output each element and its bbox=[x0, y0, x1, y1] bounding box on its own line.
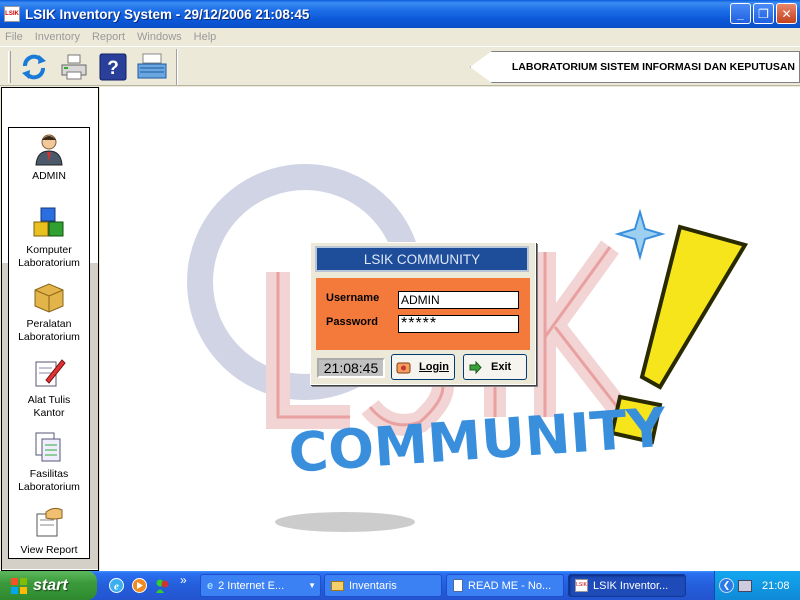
login-form-panel: Username Password ***** bbox=[316, 278, 530, 350]
windows-logo-icon bbox=[11, 577, 27, 594]
main-pane: COMMUNITY LSIK COMMUNITY Username Passwo… bbox=[100, 87, 800, 571]
login-dialog-header: LSIK COMMUNITY bbox=[315, 246, 529, 272]
lab-banner-text: LABORATORIUM SISTEM INFORMASI DAN KEPUTU… bbox=[511, 61, 795, 73]
app-icon: LSIK bbox=[575, 579, 588, 592]
title-bar[interactable]: LSIK LSIK Inventory System - 29/12/2006 … bbox=[0, 0, 800, 28]
sidebar-item-alat-tulis[interactable]: Alat Tulis Kantor bbox=[9, 356, 89, 420]
app-icon: LSIK bbox=[4, 6, 20, 22]
sidebar-label-fasilitas: Fasilitas Laboratorium bbox=[18, 468, 80, 493]
sidebar-label-view-report: View Report bbox=[20, 544, 78, 556]
system-tray: ❮ 21:08 bbox=[714, 571, 800, 600]
toolbar-grip[interactable] bbox=[8, 51, 11, 83]
help-icon: ? bbox=[99, 53, 127, 81]
menu-report[interactable]: Report bbox=[92, 31, 125, 43]
login-button-label: Login bbox=[419, 361, 449, 373]
task-label: LSIK Inventor... bbox=[593, 579, 669, 592]
sidebar-label-admin: ADMIN bbox=[32, 170, 66, 182]
ie-icon: e bbox=[207, 579, 214, 592]
ie-icon[interactable]: e bbox=[108, 577, 125, 594]
username-label: Username bbox=[326, 292, 380, 304]
sidebar-item-peralatan[interactable]: Peralatan Laboratorium bbox=[9, 280, 89, 344]
username-input[interactable] bbox=[398, 291, 519, 309]
sidebar-label-alat-tulis: Alat Tulis Kantor bbox=[27, 394, 71, 419]
task-readme-notepad[interactable]: READ ME - No... bbox=[446, 574, 564, 597]
print-button[interactable] bbox=[57, 51, 91, 83]
login-key-icon bbox=[396, 362, 411, 373]
task-label: 2 Internet E... bbox=[218, 579, 285, 592]
sidebar-item-view-report[interactable]: View Report bbox=[9, 506, 89, 557]
login-clock: 21:08:45 bbox=[317, 358, 385, 378]
refresh-icon bbox=[22, 54, 46, 80]
sidebar-label-komputer: Komputer Laboratorium bbox=[18, 244, 80, 269]
task-inventaris[interactable]: Inventaris bbox=[324, 574, 442, 597]
sidebar-item-fasilitas[interactable]: Fasilitas Laboratorium bbox=[9, 430, 89, 494]
sidebar-item-admin[interactable]: ADMIN bbox=[9, 132, 89, 183]
lab-banner: LABORATORIUM SISTEM INFORMASI DAN KEPUTU… bbox=[470, 51, 800, 83]
menu-inventory[interactable]: Inventory bbox=[35, 31, 80, 43]
admin-user-icon bbox=[35, 134, 63, 166]
exit-arrow-icon bbox=[469, 360, 482, 374]
sidebar: ADMIN Komputer Laboratorium Peralatan La… bbox=[8, 127, 90, 559]
login-dialog: LSIK COMMUNITY Username Password ***** 2… bbox=[310, 242, 536, 385]
menu-windows[interactable]: Windows bbox=[137, 31, 182, 43]
cubes-icon bbox=[33, 207, 64, 237]
documents-icon bbox=[35, 432, 61, 462]
pen-paper-icon bbox=[35, 359, 66, 387]
exit-button-label: Exit bbox=[491, 361, 512, 373]
exit-button[interactable]: Exit bbox=[463, 354, 527, 380]
taskbar: start e » e 2 Internet E... ▼ Inventaris… bbox=[0, 571, 800, 600]
toolbar: ? LABORATORIUM SISTEM INFORMASI DAN KEPU… bbox=[0, 46, 800, 86]
scanner-button[interactable] bbox=[135, 51, 169, 83]
start-button[interactable]: start bbox=[0, 571, 97, 600]
tray-clock[interactable]: 21:08 bbox=[762, 580, 790, 592]
password-input[interactable]: ***** bbox=[398, 315, 519, 333]
window-title: LSIK Inventory System - 29/12/2006 21:08… bbox=[25, 6, 310, 22]
toolbar-separator bbox=[176, 49, 178, 85]
maximize-button[interactable]: ❐ bbox=[753, 3, 774, 24]
minimize-button[interactable]: _ bbox=[730, 3, 751, 24]
notepad-icon bbox=[453, 579, 463, 592]
quick-launch-overflow[interactable]: » bbox=[180, 573, 187, 587]
group-arrow-icon: ▼ bbox=[308, 581, 316, 590]
tray-expand-icon[interactable]: ❮ bbox=[719, 578, 734, 593]
scanner-icon bbox=[137, 53, 167, 79]
menu-file[interactable]: File bbox=[5, 31, 23, 43]
task-internet-explorer[interactable]: e 2 Internet E... ▼ bbox=[200, 574, 321, 597]
task-label: READ ME - No... bbox=[468, 579, 552, 592]
task-label: Inventaris bbox=[349, 579, 397, 592]
task-lsik-inventory[interactable]: LSIK LSIK Inventor... bbox=[568, 574, 686, 597]
password-label: Password bbox=[326, 316, 378, 328]
sidebar-label-peralatan: Peralatan Laboratorium bbox=[18, 318, 80, 343]
folder-icon bbox=[331, 580, 344, 591]
refresh-button[interactable] bbox=[17, 51, 51, 83]
media-player-icon[interactable] bbox=[131, 577, 148, 594]
workspace: ADMIN Komputer Laboratorium Peralatan La… bbox=[0, 87, 800, 571]
menu-help[interactable]: Help bbox=[194, 31, 217, 43]
svg-text:e: e bbox=[114, 581, 119, 593]
sidebar-item-komputer[interactable]: Komputer Laboratorium bbox=[9, 206, 89, 270]
help-button[interactable]: ? bbox=[96, 51, 130, 83]
menu-bar: File Inventory Report Windows Help bbox=[0, 28, 800, 46]
start-label: start bbox=[33, 576, 68, 594]
network-icon[interactable] bbox=[738, 579, 752, 592]
close-button[interactable]: ✕ bbox=[776, 3, 797, 24]
messenger-icon[interactable] bbox=[154, 577, 171, 594]
boxes-icon bbox=[34, 283, 64, 313]
login-button[interactable]: Login bbox=[391, 354, 455, 380]
svg-text:?: ? bbox=[107, 58, 119, 79]
report-hand-icon bbox=[36, 507, 63, 537]
printer-icon bbox=[61, 54, 87, 80]
